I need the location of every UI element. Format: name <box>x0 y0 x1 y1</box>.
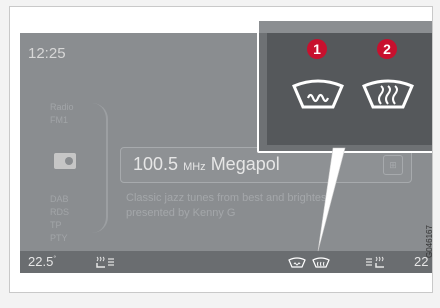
station-unit: MHz <box>183 161 206 173</box>
divider <box>92 103 108 233</box>
badge-1: 1 <box>307 39 327 59</box>
rear-window-defrost-small-icon[interactable] <box>312 257 330 268</box>
left-seat-heat-icon[interactable] <box>94 255 118 269</box>
radio-icon[interactable] <box>54 153 76 169</box>
clock: 12:25 <box>28 45 66 62</box>
station-name: Megapol <box>210 154 280 174</box>
info-list: DAB RDS TP PTY <box>50 193 69 245</box>
callout-zoom: 1 2 <box>257 19 432 153</box>
info-line: DAB <box>50 194 69 204</box>
illustration-frame: 12:25 Radio FM1 DAB RDS TP PTY 100.5 MHz… <box>9 6 433 293</box>
windshield-defrost-small-icon[interactable] <box>288 257 306 268</box>
figure-id: G046167 <box>425 225 434 258</box>
rds-text: Classic jazz tunes from best and brighte… <box>126 191 330 221</box>
source-label-line: FM1 <box>50 115 68 125</box>
rds-text-line: Classic jazz tunes from best and brighte… <box>126 192 330 204</box>
left-temperature[interactable]: 22.5° <box>28 254 56 269</box>
rear-window-defrost-icon[interactable] <box>361 79 415 109</box>
windshield-defrost-icon[interactable] <box>291 79 345 109</box>
station-logo-icon: ⊞ <box>383 155 403 175</box>
badge-2: 2 <box>377 39 397 59</box>
source-label-line: Radio <box>50 102 74 112</box>
source-label: Radio FM1 <box>50 101 74 127</box>
station-label: 100.5 MHz Megapol <box>133 154 280 175</box>
station-frequency: 100.5 <box>133 154 179 174</box>
rds-text-line: presented by Kenny G <box>126 207 236 219</box>
info-line: PTY <box>50 233 68 243</box>
left-temperature-value: 22.5 <box>28 254 54 269</box>
left-temperature-unit: ° <box>53 255 57 263</box>
climate-status-bar: 22.5° 22 <box>20 251 432 273</box>
info-line: TP <box>50 220 62 230</box>
info-line: RDS <box>50 207 70 217</box>
right-seat-heat-icon[interactable] <box>364 255 388 269</box>
callout-band <box>259 21 432 33</box>
